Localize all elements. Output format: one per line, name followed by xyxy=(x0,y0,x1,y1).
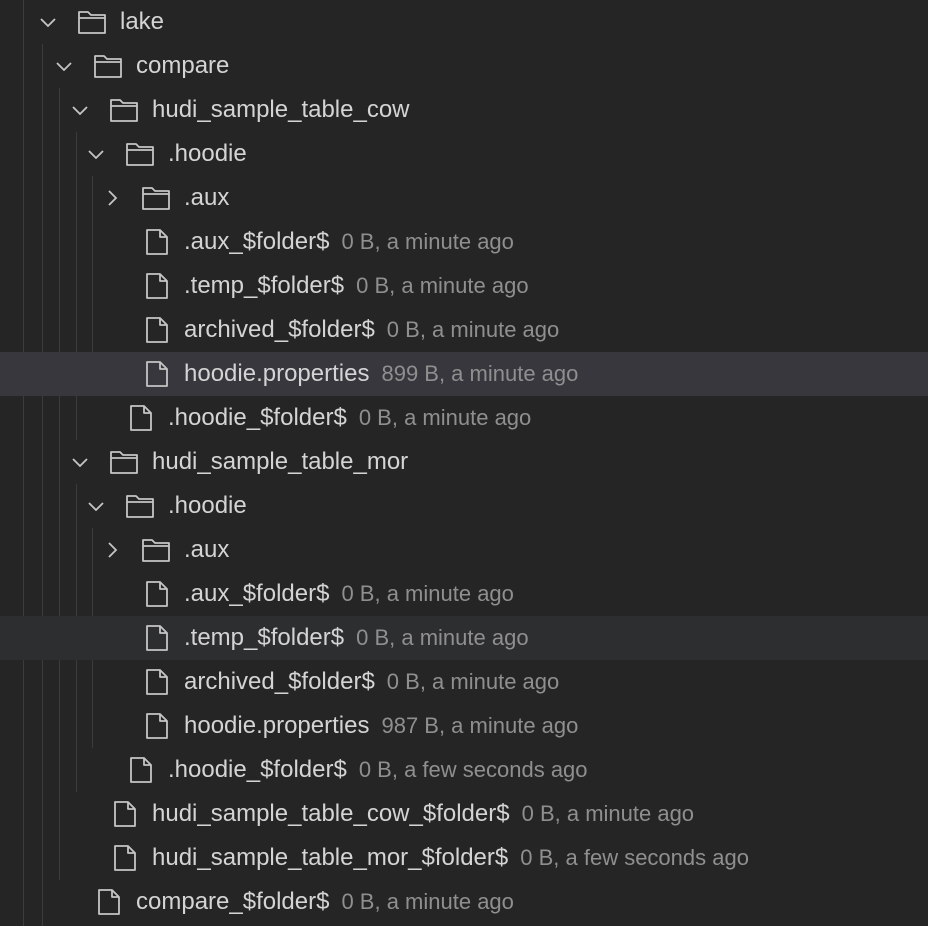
tree-row-lake[interactable]: lake xyxy=(0,0,928,44)
chevron-down-icon[interactable] xyxy=(38,12,58,32)
tree-row-file[interactable]: .temp_$folder$ 0 B, a minute ago xyxy=(0,264,928,308)
tree-row-aux[interactable]: .aux xyxy=(0,176,928,220)
folder-icon xyxy=(125,492,155,520)
tree-row-file[interactable]: hoodie.properties 987 B, a minute ago xyxy=(0,704,928,748)
tree-item-label: .aux_$folder$ 0 B, a minute ago xyxy=(184,580,514,607)
chevron-down-icon[interactable] xyxy=(86,496,106,516)
file-meta: 0 B, a minute ago xyxy=(341,889,514,914)
tree-row-file[interactable]: archived_$folder$ 0 B, a minute ago xyxy=(0,308,928,352)
file-icon xyxy=(143,580,173,608)
tree-item-label: .temp_$folder$ 0 B, a minute ago xyxy=(184,624,529,651)
file-icon xyxy=(143,272,173,300)
tree-row-file[interactable]: archived_$folder$ 0 B, a minute ago xyxy=(0,660,928,704)
file-icon xyxy=(111,844,141,872)
tree-row-aux[interactable]: .aux xyxy=(0,528,928,572)
tree-item-label: hoodie.properties 987 B, a minute ago xyxy=(184,712,579,739)
tree-item-label: hudi_sample_table_mor_$folder$ 0 B, a few… xyxy=(152,844,749,871)
tree-row-file[interactable]: .aux_$folder$ 0 B, a minute ago xyxy=(0,572,928,616)
chevron-right-icon[interactable] xyxy=(102,188,122,208)
tree-item-label: compare xyxy=(136,52,230,79)
file-explorer-tree: lake compare hudi_sample_table_cow .hood… xyxy=(0,0,928,926)
folder-icon xyxy=(125,140,155,168)
chevron-down-icon[interactable] xyxy=(70,100,90,120)
file-meta: 0 B, a minute ago xyxy=(386,317,560,342)
tree-item-label: compare_$folder$ 0 B, a minute ago xyxy=(136,888,514,915)
tree-item-label: lake xyxy=(120,8,165,35)
file-meta: 0 B, a minute ago xyxy=(341,581,514,606)
tree-row-file[interactable]: hudi_sample_table_cow_$folder$ 0 B, a min… xyxy=(0,792,928,836)
tree-item-label: archived_$folder$ 0 B, a minute ago xyxy=(184,316,560,343)
file-meta: 0 B, a minute ago xyxy=(386,669,560,694)
tree-row-file-selected[interactable]: hoodie.properties 899 B, a minute ago xyxy=(0,352,928,396)
chevron-down-icon[interactable] xyxy=(86,144,106,164)
file-meta: 899 B, a minute ago xyxy=(381,361,579,386)
file-meta: 0 B, a minute ago xyxy=(521,801,695,826)
folder-icon xyxy=(109,96,139,124)
tree-item-label: .aux_$folder$ 0 B, a minute ago xyxy=(184,228,514,255)
file-meta: 0 B, a few seconds ago xyxy=(520,845,749,870)
folder-icon xyxy=(109,448,139,476)
tree-row-compare[interactable]: compare xyxy=(0,44,928,88)
folder-icon xyxy=(141,536,171,564)
tree-row-file[interactable]: hudi_sample_table_mor_$folder$ 0 B, a few… xyxy=(0,836,928,880)
file-icon xyxy=(143,712,173,740)
tree-item-label: .hoodie_$folder$ 0 B, a few seconds ago xyxy=(168,756,588,783)
folder-icon xyxy=(141,184,171,212)
file-icon xyxy=(111,800,141,828)
tree-row-file[interactable]: .hoodie_$folder$ 0 B, a minute ago xyxy=(0,396,928,440)
tree-row-hoodie[interactable]: .hoodie xyxy=(0,484,928,528)
chevron-right-icon[interactable] xyxy=(102,540,122,560)
file-icon xyxy=(95,888,125,916)
tree-row-hudi-sample-table-mor[interactable]: hudi_sample_table_mor xyxy=(0,440,928,484)
chevron-down-icon[interactable] xyxy=(70,452,90,472)
file-meta: 0 B, a minute ago xyxy=(358,405,532,430)
chevron-down-icon[interactable] xyxy=(54,56,74,76)
file-meta: 0 B, a minute ago xyxy=(356,625,529,650)
tree-item-label: .aux xyxy=(184,536,230,563)
tree-item-label: hudi_sample_table_cow_$folder$ 0 B, a min… xyxy=(152,800,695,827)
file-icon xyxy=(143,228,173,256)
file-icon xyxy=(143,668,173,696)
tree-item-label: hudi_sample_table_mor xyxy=(152,448,409,475)
file-meta: 0 B, a minute ago xyxy=(356,273,529,298)
file-meta: 0 B, a few seconds ago xyxy=(358,757,588,782)
tree-item-label: .aux xyxy=(184,184,230,211)
file-icon xyxy=(127,404,157,432)
file-icon xyxy=(143,360,173,388)
file-icon xyxy=(143,316,173,344)
tree-row-file-hovered[interactable]: .temp_$folder$ 0 B, a minute ago xyxy=(0,616,928,660)
folder-icon xyxy=(93,52,123,80)
file-meta: 987 B, a minute ago xyxy=(381,713,579,738)
file-icon xyxy=(127,756,157,784)
tree-row-hoodie[interactable]: .hoodie xyxy=(0,132,928,176)
tree-item-label: hudi_sample_table_cow xyxy=(152,96,410,123)
tree-row-file[interactable]: compare_$folder$ 0 B, a minute ago xyxy=(0,880,928,924)
tree-item-label: hoodie.properties 899 B, a minute ago xyxy=(184,360,579,387)
tree-row-hudi-sample-table-cow[interactable]: hudi_sample_table_cow xyxy=(0,88,928,132)
tree-item-label: .hoodie xyxy=(168,140,247,167)
tree-item-label: .hoodie xyxy=(168,492,247,519)
folder-icon xyxy=(77,8,107,36)
tree-item-label: .temp_$folder$ 0 B, a minute ago xyxy=(184,272,529,299)
tree-item-label: .hoodie_$folder$ 0 B, a minute ago xyxy=(168,404,532,431)
file-meta: 0 B, a minute ago xyxy=(341,229,514,254)
tree-item-label: archived_$folder$ 0 B, a minute ago xyxy=(184,668,560,695)
tree-row-file[interactable]: .aux_$folder$ 0 B, a minute ago xyxy=(0,220,928,264)
file-icon xyxy=(143,624,173,652)
tree-row-file[interactable]: .hoodie_$folder$ 0 B, a few seconds ago xyxy=(0,748,928,792)
